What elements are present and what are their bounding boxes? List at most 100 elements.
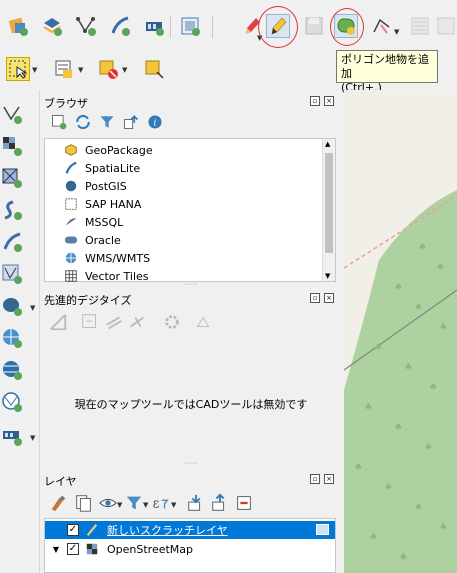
filter-icon[interactable]	[98, 112, 116, 132]
scroll-up-icon[interactable]: ▲	[325, 140, 330, 148]
expand-arrow-icon[interactable]: ▼	[45, 545, 67, 554]
browser-item-spatialite[interactable]: SpatiaLite	[63, 159, 140, 177]
svg-text:♠: ♠	[374, 342, 383, 353]
deselect-features-icon[interactable]	[96, 57, 120, 81]
new-virtual-layer-icon[interactable]	[142, 14, 166, 38]
select-by-value-icon[interactable]	[52, 57, 76, 81]
postgis-dropdown-icon[interactable]: ▼	[30, 304, 35, 312]
cad-perpendicular-icon[interactable]	[128, 312, 148, 332]
new-vertex-layer-icon[interactable]	[74, 14, 98, 38]
add-raster-layer-icon[interactable]	[0, 134, 24, 158]
layers-float-icon[interactable]: ▫	[310, 474, 320, 484]
oracle-icon	[63, 232, 79, 248]
browser-item-label: SpatiaLite	[85, 161, 141, 175]
add-group-icon[interactable]	[74, 492, 94, 514]
map-themes-dropdown-icon[interactable]: ▼	[117, 501, 122, 509]
panel-splitter-2[interactable]: ·····	[44, 460, 338, 468]
new-geopackage-layer-icon[interactable]	[6, 14, 30, 38]
editing-indicator-icon	[316, 524, 329, 535]
properties-icon[interactable]: i	[146, 112, 164, 132]
filter-legend-dropdown-icon[interactable]: ▼	[143, 501, 148, 509]
layer-visibility-checkbox[interactable]: ✓	[67, 524, 79, 536]
cad-construction-icon[interactable]	[80, 312, 100, 332]
select-features-icon[interactable]	[6, 57, 30, 81]
save-edits-icon[interactable]	[302, 14, 326, 38]
add-postgis-layer-icon[interactable]	[0, 294, 24, 318]
new-temporary-layer-icon[interactable]	[178, 14, 202, 38]
cad-close-icon[interactable]: ×	[324, 293, 334, 303]
browser-item-label: MSSQL	[85, 215, 124, 229]
cad-disabled-message: 現在のマップツールではCADツールは無効です	[74, 398, 308, 411]
selection-toolbar: ▼ ▼ ▼	[0, 52, 336, 90]
layer-visibility-checkbox[interactable]: ✓	[67, 543, 79, 555]
select-value-dropdown-icon[interactable]: ▼	[78, 66, 83, 74]
scroll-down-icon[interactable]: ▼	[325, 272, 330, 280]
polygon-tooltip: ポリゴン地物を追加 (Ctrl+.)	[336, 50, 438, 94]
layer-row-scratch[interactable]: ✓ 新しいスクラッチレイヤ	[45, 521, 335, 539]
svg-text:♠: ♠	[429, 382, 438, 393]
browser-item-mssql[interactable]: MSSQL	[63, 213, 123, 231]
manage-map-themes-icon[interactable]	[98, 492, 118, 514]
vertex-tool-icon[interactable]	[370, 14, 394, 38]
add-vector-layer-icon[interactable]	[0, 102, 24, 126]
expression-dropdown-icon[interactable]: ▼	[171, 501, 176, 509]
browser-item-sap-hana[interactable]: SAP HANA	[63, 195, 141, 213]
modify-attributes-icon[interactable]	[408, 14, 432, 38]
filter-legend-icon[interactable]	[124, 492, 144, 514]
add-selected-layers-icon[interactable]	[50, 112, 68, 132]
postgis-icon	[63, 178, 79, 194]
select-dropdown-icon[interactable]: ▼	[32, 66, 37, 74]
cad-enable-icon[interactable]	[48, 312, 68, 332]
svg-text:♠: ♠	[394, 422, 403, 433]
add-wfs-layer-icon[interactable]	[0, 358, 24, 382]
browser-scrollbar[interactable]: ▲ ▼	[322, 139, 335, 281]
scroll-thumb[interactable]	[325, 153, 333, 253]
layer-label: OpenStreetMap	[107, 542, 194, 556]
add-vector-tile-layer-icon[interactable]	[0, 424, 24, 448]
new-scratch-layer-icon[interactable]	[108, 14, 132, 38]
add-virtual-layer-icon[interactable]	[0, 262, 24, 286]
delete-selected-icon[interactable]	[434, 14, 457, 38]
deselect-dropdown-icon[interactable]: ▼	[122, 66, 127, 74]
layers-close-icon[interactable]: ×	[324, 474, 334, 484]
cad-float-icon[interactable]: ▫	[310, 293, 320, 303]
add-spatialite-layer-icon[interactable]	[0, 230, 24, 254]
filter-by-expression-icon[interactable]: ε	[150, 492, 170, 514]
layer-styling-icon[interactable]	[48, 492, 68, 514]
browser-item-label: SAP HANA	[85, 197, 142, 211]
browser-item-label: Oracle	[85, 233, 121, 247]
browser-item-label: PostGIS	[85, 179, 127, 193]
cad-settings-icon[interactable]	[162, 312, 182, 332]
vector-tiles-grid-icon	[63, 268, 79, 284]
svg-text:♠: ♠	[404, 362, 413, 373]
vertex-tool-dropdown-icon[interactable]: ▼	[394, 28, 399, 36]
cad-snapping-icon[interactable]	[194, 312, 214, 332]
add-wcs-layer-icon[interactable]	[0, 390, 24, 414]
cad-parallel-icon[interactable]	[104, 312, 124, 332]
remove-layer-icon[interactable]	[234, 492, 254, 514]
collapse-all-icon[interactable]	[122, 112, 140, 132]
browser-close-icon[interactable]: ×	[324, 96, 334, 106]
svg-text:♠: ♠	[394, 282, 403, 293]
browser-item-postgis[interactable]: PostGIS	[63, 177, 127, 195]
expand-all-icon[interactable]	[186, 492, 206, 514]
svg-text:♠: ♠	[399, 552, 408, 563]
layers-tree: ✓ 新しいスクラッチレイヤ ▼ ✓ OpenStreetMap	[44, 518, 336, 573]
svg-text:♠: ♠	[414, 302, 423, 313]
layer-row-openstreetmap[interactable]: ▼ ✓ OpenStreetMap	[45, 540, 335, 558]
browser-item-wms-wmts[interactable]: WMS/WMTS	[63, 249, 150, 267]
browser-item-oracle[interactable]: Oracle	[63, 231, 121, 249]
add-delimited-text-icon[interactable]	[0, 198, 24, 222]
add-mesh-layer-icon[interactable]	[0, 166, 24, 190]
map-canvas[interactable]: ♠ ♠ ♠ ♠ ♠ ♠ ♠ ♠ ♠ ♠ ♠ ♠ ♠ ♠ ♠ ♠ ♠	[344, 90, 457, 573]
browser-float-icon[interactable]: ▫	[310, 96, 320, 106]
new-shapefile-layer-icon[interactable]	[40, 14, 64, 38]
add-wms-layer-icon[interactable]	[0, 326, 24, 350]
svg-text:♠: ♠	[364, 402, 373, 413]
refresh-icon[interactable]	[74, 112, 92, 132]
vector-tile-dropdown-icon[interactable]: ▼	[30, 434, 35, 442]
collapse-all-layers-icon[interactable]	[210, 492, 230, 514]
panel-splitter[interactable]: ·····	[44, 281, 338, 289]
select-by-location-icon[interactable]	[142, 57, 166, 81]
browser-item-geopackage[interactable]: GeoPackage	[63, 141, 153, 159]
